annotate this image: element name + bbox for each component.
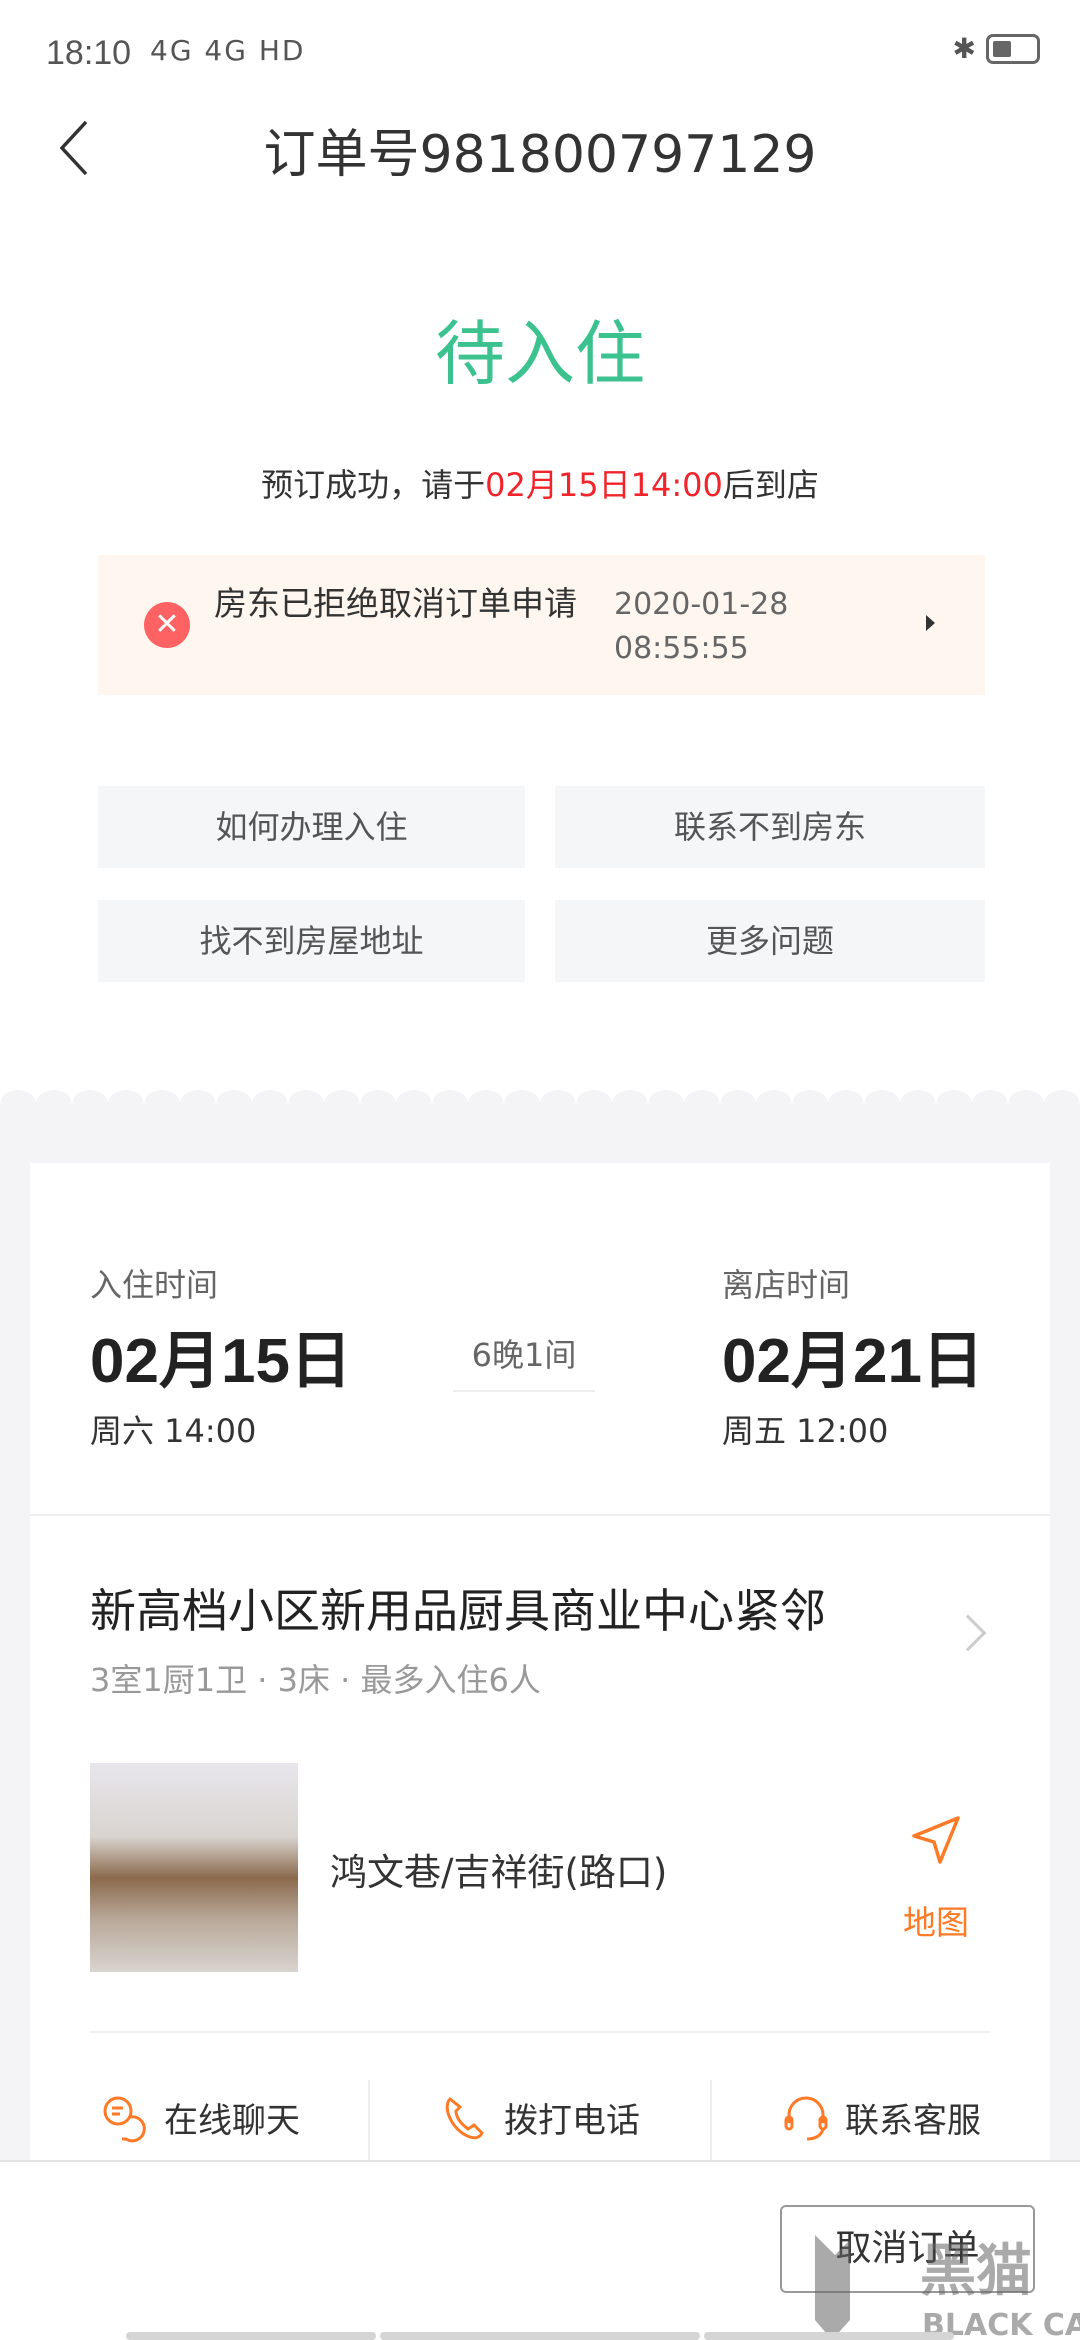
online-chat-button[interactable]: 在线聊天 bbox=[30, 2075, 370, 2160]
scallop-shape bbox=[0, 1090, 1080, 1120]
house-title[interactable]: 新高档小区新用品厨具商业中心紧邻 bbox=[90, 1575, 910, 1641]
customer-service-button[interactable]: 联系客服 bbox=[712, 2075, 1050, 2160]
error-icon: ✕ bbox=[144, 602, 190, 648]
svg-text:黑猫: 黑猫 bbox=[920, 2239, 1032, 2304]
checkin-date: 02月15日 bbox=[90, 1327, 352, 1396]
page-title: 订单号981800797129 bbox=[263, 125, 817, 185]
headset-icon bbox=[784, 2096, 828, 2140]
house-address: 鸿文巷/吉祥街(路口) bbox=[330, 1851, 668, 1894]
checkin-label: 入住时间 bbox=[90, 1266, 219, 1304]
nights-rooms: 6晚1间 bbox=[453, 1330, 595, 1392]
cannot-find-address-button[interactable]: 找不到房屋地址 bbox=[98, 900, 525, 982]
caret-right-icon bbox=[926, 615, 935, 631]
notice-date: 2020-01-28 bbox=[614, 587, 789, 622]
nav-indicator bbox=[126, 2332, 376, 2340]
divider bbox=[90, 2031, 990, 2033]
status-time: 18:10 bbox=[46, 34, 132, 72]
house-photo[interactable] bbox=[90, 1763, 298, 1972]
phone-icon bbox=[445, 2096, 484, 2139]
tip-time: 02月15日14:00 bbox=[485, 466, 723, 504]
nav-indicator bbox=[380, 2332, 700, 2340]
notice-message: 房东已拒绝取消订单申请 bbox=[214, 584, 577, 623]
scalloped-edge bbox=[0, 1090, 1080, 1120]
divider bbox=[30, 1514, 1050, 1516]
bluetooth-icon: ✱ bbox=[952, 32, 976, 65]
order-status: 待入住 bbox=[435, 313, 645, 395]
how-to-checkin-button[interactable]: 如何办理入住 bbox=[98, 786, 525, 868]
checkout-date: 02月21日 bbox=[722, 1327, 984, 1396]
call-button[interactable]: 拨打电话 bbox=[370, 2075, 710, 2160]
battery-icon bbox=[986, 33, 1040, 64]
action-label: 在线聊天 bbox=[164, 2101, 300, 2141]
house-details: 3室1厨1卫 · 3床 · 最多入住6人 bbox=[90, 1661, 541, 1699]
checkout-label: 离店时间 bbox=[722, 1266, 851, 1304]
notice-time: 2020-01-28 08:55:55 bbox=[614, 583, 788, 671]
navigation-icon[interactable] bbox=[908, 1812, 964, 1868]
status-bar: 18:10 4G 4G HD ✱ bbox=[0, 0, 1080, 110]
tip-prefix: 预订成功，请于 bbox=[261, 466, 486, 504]
action-label: 联系客服 bbox=[845, 2101, 981, 2141]
checkin-tip: 预订成功，请于02月15日14:00后到店 bbox=[0, 460, 1080, 506]
map-button[interactable]: 地图 bbox=[900, 1896, 972, 1944]
nav-indicator bbox=[704, 2332, 954, 2340]
checkout-time: 周五 12:00 bbox=[722, 1412, 889, 1450]
chat-icon bbox=[103, 2096, 146, 2142]
more-questions-button[interactable]: 更多问题 bbox=[555, 900, 985, 982]
cancel-rejected-notice[interactable]: ✕ 房东已拒绝取消订单申请 2020-01-28 08:55:55 bbox=[98, 555, 985, 695]
tip-suffix: 后到店 bbox=[722, 466, 819, 504]
notice-clock: 08:55:55 bbox=[614, 631, 749, 666]
network-status: 4G 4G HD bbox=[150, 34, 306, 67]
checkin-time: 周六 14:00 bbox=[90, 1412, 257, 1450]
cannot-contact-host-button[interactable]: 联系不到房东 bbox=[555, 786, 985, 868]
action-label: 拨打电话 bbox=[504, 2101, 640, 2141]
black-cat-watermark-logo: 黑猫BLACK CAT bbox=[815, 2235, 1080, 2340]
